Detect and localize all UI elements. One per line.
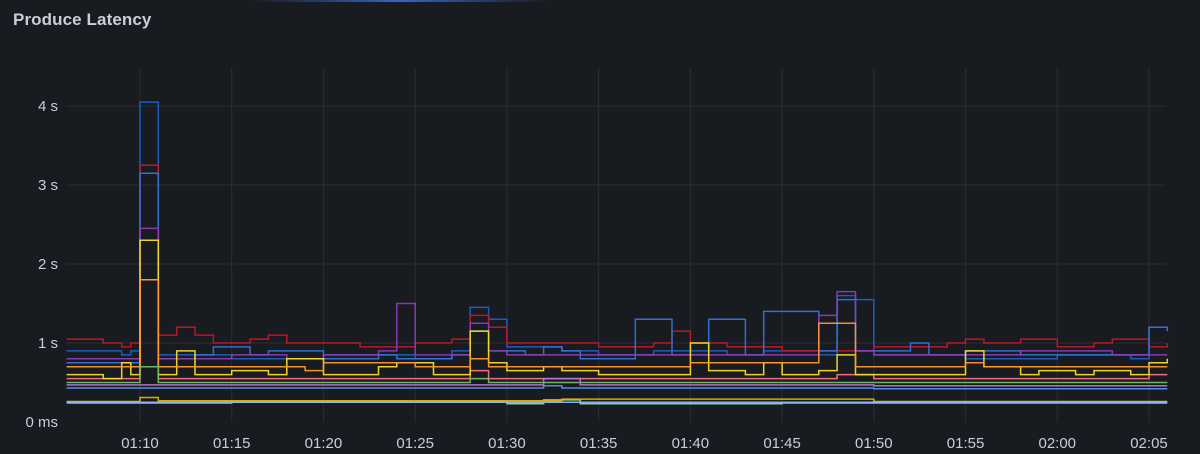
x-tick-label: 01:10 xyxy=(121,435,159,452)
y-tick-label: 1 s xyxy=(38,335,58,352)
x-tick-label: 02:05 xyxy=(1130,435,1168,452)
x-tick-label: 01:40 xyxy=(672,435,710,452)
x-tick-label: 01:30 xyxy=(488,435,526,452)
chart-panel: Produce Latency 0 ms 1 s2 s3 s4 s 01:10 01… xyxy=(0,0,1200,454)
y-tick-label: 2 s xyxy=(38,256,58,273)
x-tick-label: 01:15 xyxy=(213,435,251,452)
x-tick-label: 01:20 xyxy=(305,435,343,452)
x-tick-label: 01:55 xyxy=(947,435,985,452)
y-tick-label: 0 ms xyxy=(25,414,58,431)
x-tick-label: 01:25 xyxy=(396,435,434,452)
y-axis: 0 ms 1 s 2 s 3 s 4 s xyxy=(25,98,58,431)
x-tick-label: 01:35 xyxy=(580,435,618,452)
x-tick-label: 01:50 xyxy=(855,435,893,452)
y-gridlines xyxy=(66,105,1166,344)
line-chart[interactable]: 0 ms1 s2 s3 s4 s 01:10 01:15 01:20 01:25 01:… xyxy=(0,0,1200,454)
x-tick-label: 01:45 xyxy=(763,435,801,452)
y-tick-label: 4 s xyxy=(38,98,58,115)
x-tick-label: 02:00 xyxy=(1038,435,1076,452)
y-tick-label: 3 s xyxy=(38,177,58,194)
x-gridlines xyxy=(139,68,1150,422)
x-axis: 01:10 01:15 01:20 01:25 01:30 01:35 01:40 01:45… xyxy=(121,435,1168,452)
